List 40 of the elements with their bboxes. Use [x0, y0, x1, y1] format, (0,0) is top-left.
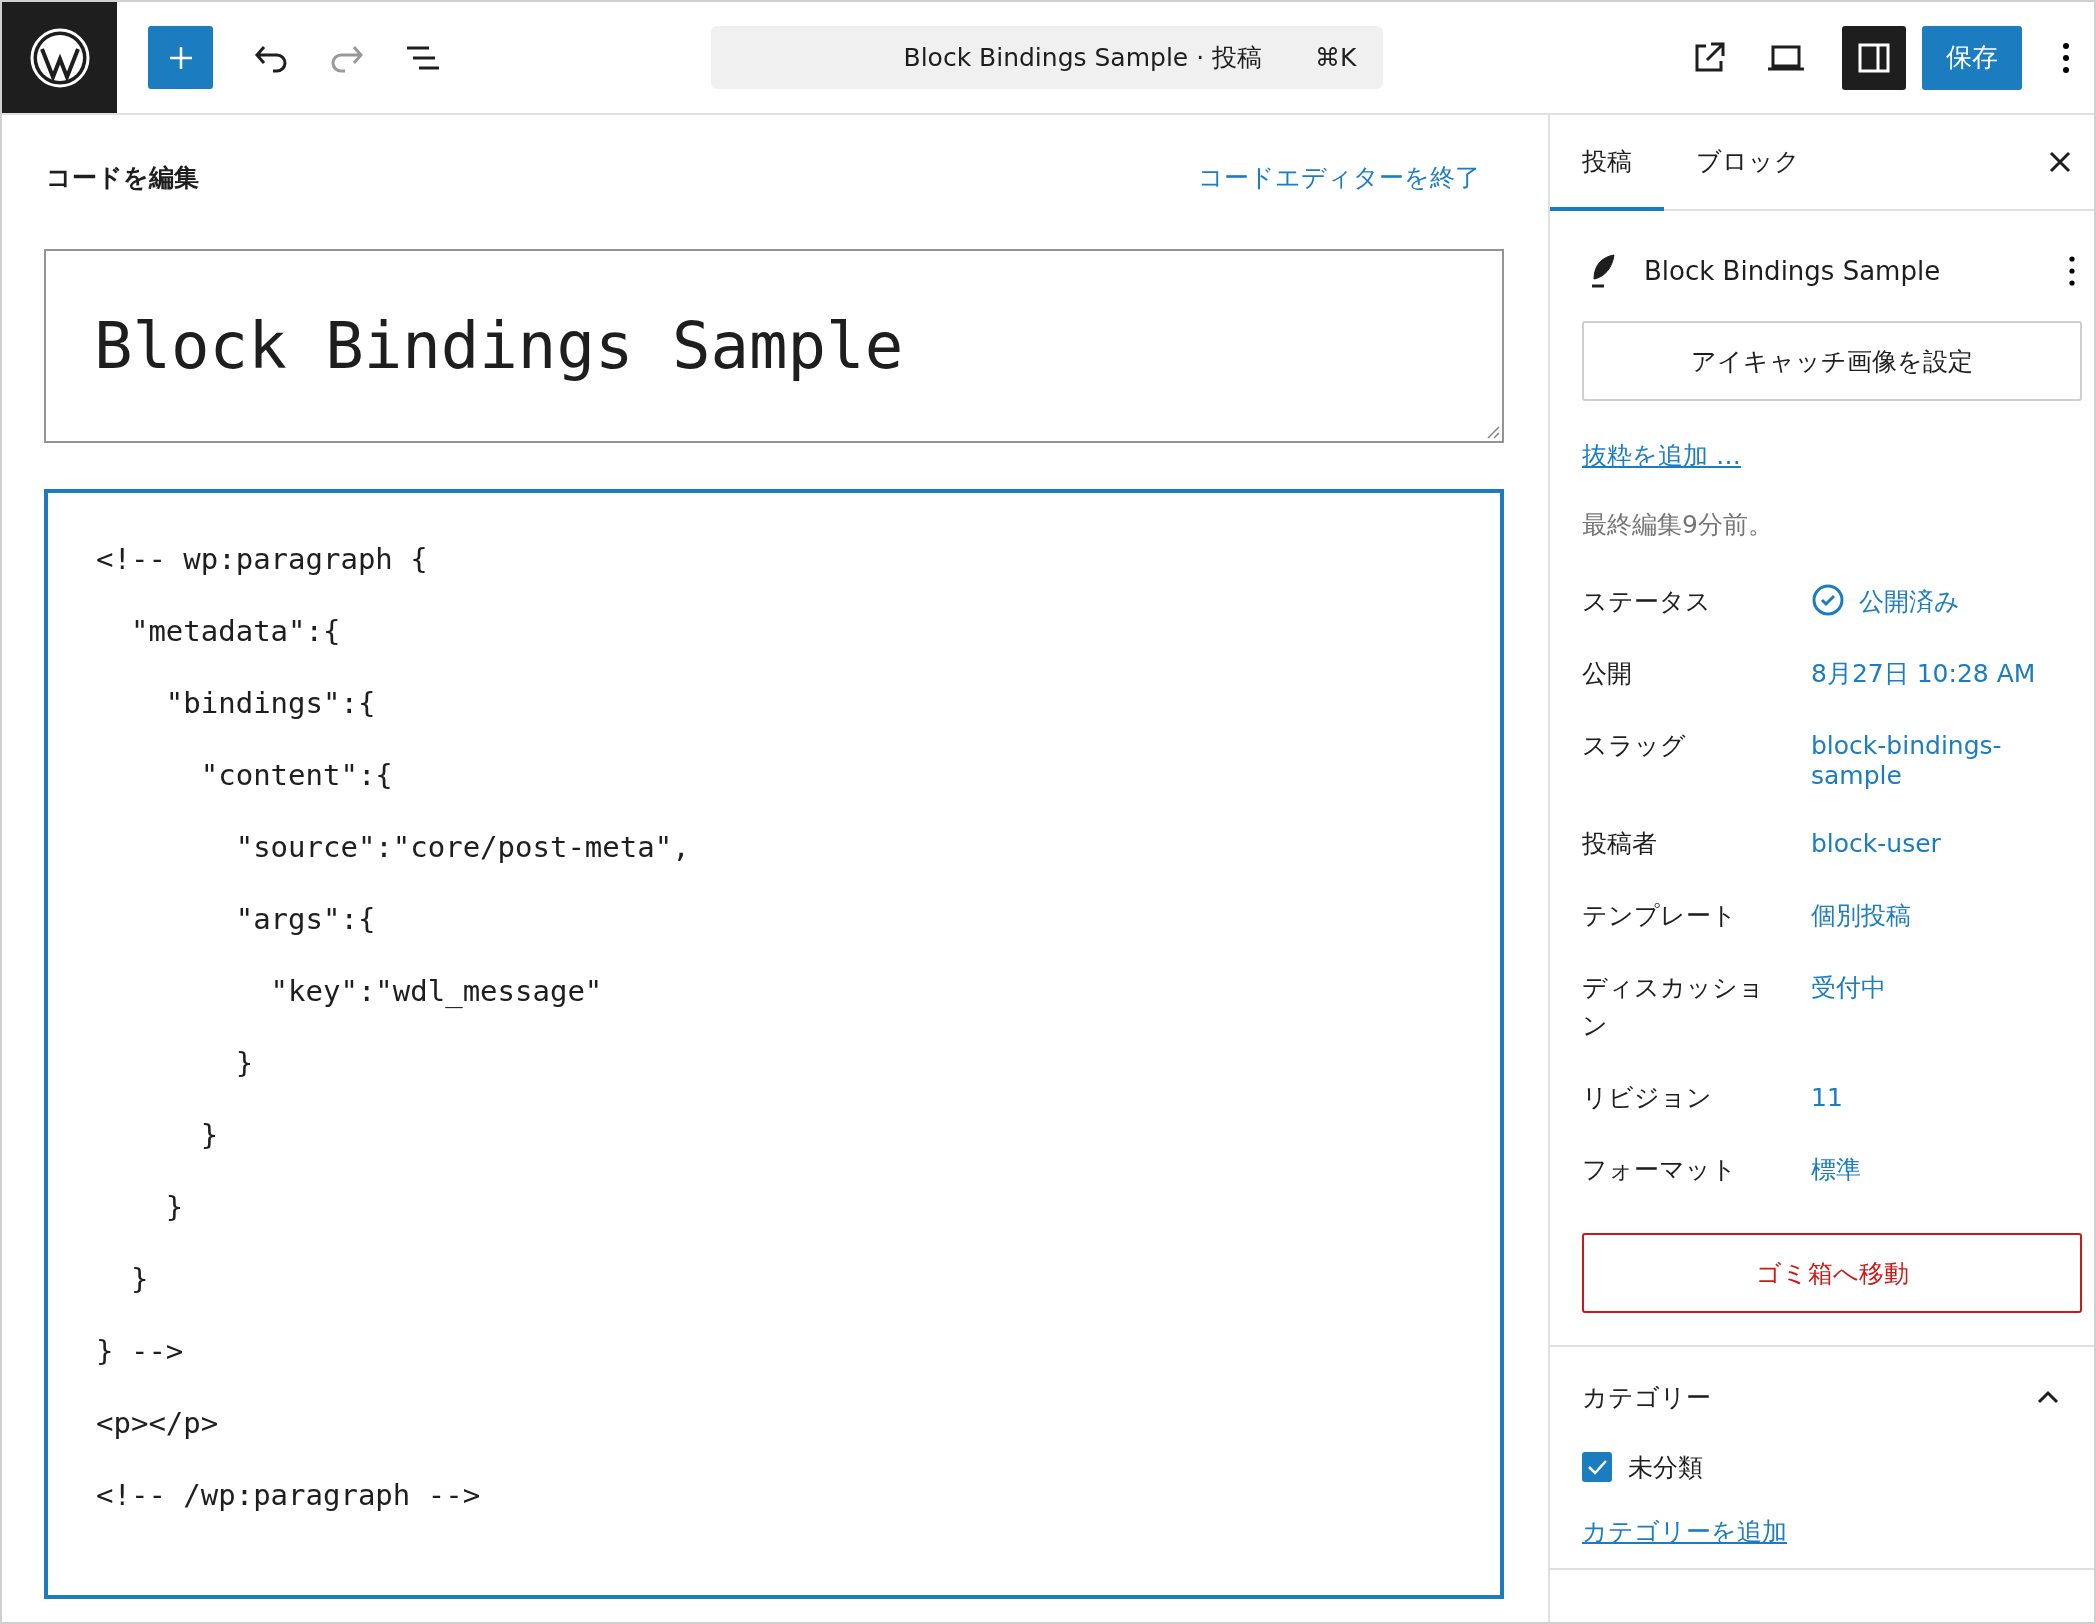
setting-value-link[interactable]: 標準 [1811, 1155, 1861, 1185]
setting-label: スラッグ [1582, 730, 1687, 762]
wordpress-logo[interactable] [2, 2, 117, 113]
add-excerpt-link[interactable]: 抜粋を追加 … [1582, 439, 1741, 472]
add-block-button[interactable] [148, 26, 213, 89]
save-button[interactable]: 保存 [1922, 25, 2022, 90]
post-title-field[interactable]: Block Bindings Sample [44, 249, 1504, 443]
setting-value-link[interactable]: 11 [1811, 1083, 1843, 1113]
setting-label: ディスカッション [1582, 972, 1765, 1042]
move-to-trash-button[interactable]: ゴミ箱へ移動 [1582, 1233, 2082, 1313]
sidebar-tab[interactable]: 投稿 [1550, 115, 1664, 211]
more-options-icon[interactable] [2068, 255, 2076, 287]
status-value-link[interactable]: 公開済み [1859, 587, 1960, 617]
sidebar-tab[interactable]: ブロック [1664, 115, 1832, 211]
check-circle-icon [1811, 583, 1845, 617]
chevron-up-icon[interactable] [2036, 1390, 2060, 1404]
setting-value-link[interactable]: 受付中 [1811, 973, 1886, 1003]
setting-label: フォーマット [1582, 1154, 1738, 1186]
setting-value-link[interactable]: 8月27日 10:28 AM [1811, 659, 2036, 689]
setting-label: テンプレート [1582, 900, 1738, 932]
setting-label: ステータス [1582, 586, 1712, 618]
setting-label: 投稿者 [1582, 828, 1658, 860]
code-editor-field[interactable]: <!-- wp:paragraph { "metadata":{ "bindings":{ "content":{ "source":"core/post-meta", "args":{ "key":"wdl_message" } } } } } --> <p></p> <!-- /wp:paragraph --> [44, 489, 1504, 1599]
sidebar-toggle-button[interactable] [1842, 25, 1906, 90]
set-featured-image-button[interactable]: アイキャッチ画像を設定 [1582, 321, 2082, 401]
category-checkbox[interactable] [1582, 1452, 1612, 1482]
category-label[interactable]: 未分類 [1628, 1450, 1703, 1484]
exit-code-editor-link[interactable]: コードエディターを終了 [1198, 160, 1480, 194]
command-bar[interactable]: Block Bindings Sample · 投稿 ⌘K [710, 26, 1383, 89]
setting-value-link[interactable]: 個別投稿 [1811, 901, 1911, 931]
last-edited-text: 最終編集9分前。 [1582, 509, 1774, 541]
more-options-icon[interactable] [2062, 40, 2070, 75]
post-title: Block Bindings Sample [1644, 256, 1941, 286]
setting-label: リビジョン [1582, 1082, 1713, 1114]
setting-value-link[interactable]: block-user [1811, 829, 1941, 859]
setting-value-link[interactable]: block-bindings-sample [1811, 731, 2041, 791]
add-category-link[interactable]: カテゴリーを追加 [1582, 1515, 1787, 1548]
setting-label: 公開 [1582, 658, 1633, 690]
code-editor-heading: コードを編集 [46, 161, 199, 194]
categories-panel-header[interactable]: カテゴリー [1582, 1367, 2082, 1427]
